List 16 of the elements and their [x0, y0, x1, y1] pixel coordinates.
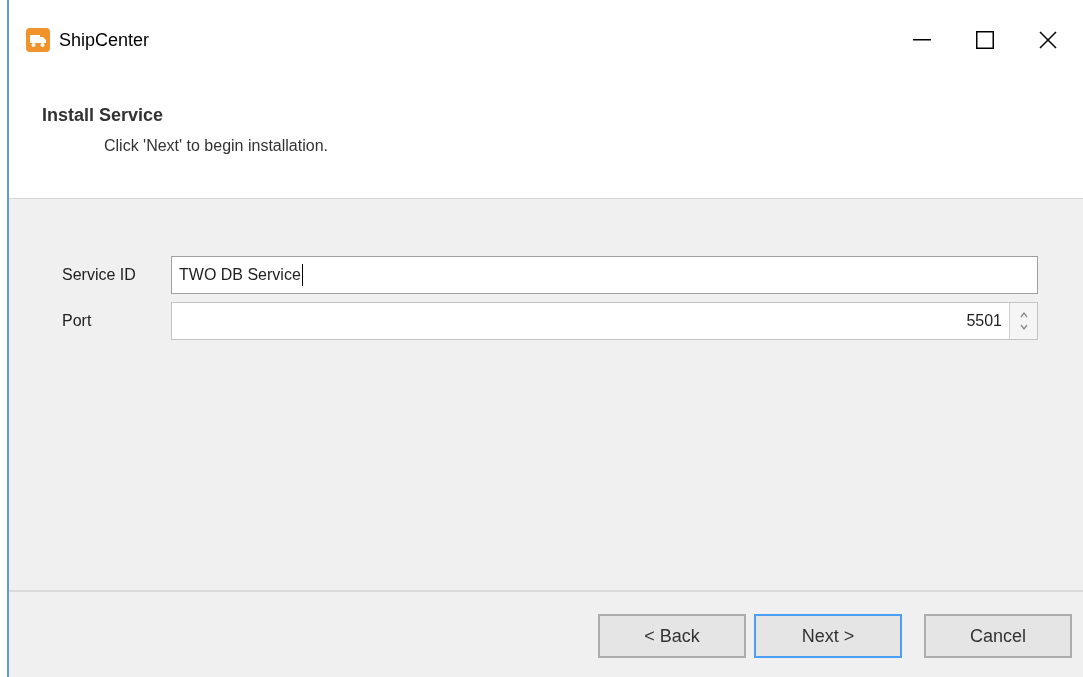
- page-title: Install Service: [42, 104, 165, 127]
- field-label: Service ID: [62, 265, 137, 285]
- truck-icon: [26, 28, 50, 52]
- spin-field[interactable]: 5501: [171, 302, 1038, 340]
- wizard-button[interactable]: < Back: [598, 614, 746, 658]
- page-subtitle: Click 'Next' to begin installation.: [104, 136, 329, 156]
- minimize-icon: [912, 39, 931, 41]
- wizard-button[interactable]: Cancel: [924, 614, 1072, 658]
- window-title: ShipCenter: [59, 28, 150, 52]
- up-down-arrows-icon: [1018, 310, 1029, 332]
- spin-arrows[interactable]: [1009, 303, 1037, 339]
- input-field[interactable]: TWO DB Service: [171, 256, 1038, 294]
- maximize-icon: [975, 31, 994, 49]
- field-label: Port: [62, 311, 93, 331]
- wizard-button[interactable]: Next >: [754, 614, 902, 658]
- close-icon: [1038, 31, 1057, 49]
